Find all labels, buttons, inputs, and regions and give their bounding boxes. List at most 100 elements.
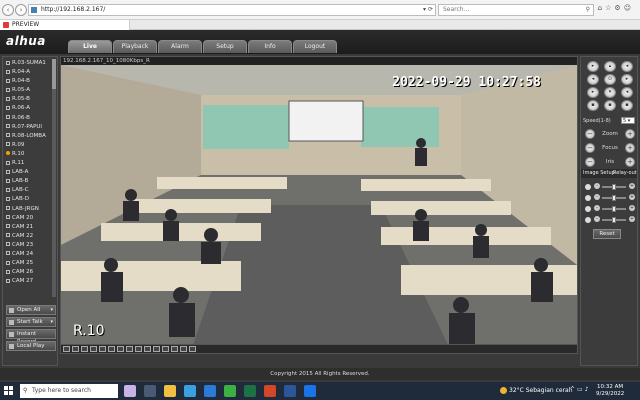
ptz-left-icon[interactable]: ◂ [587, 74, 599, 85]
plus-icon[interactable]: + [629, 216, 635, 222]
camera-list-item[interactable]: CAM 23 [5, 241, 53, 250]
focus-out-icon[interactable]: − [585, 143, 595, 153]
camera-list-item[interactable]: CAM 25 [5, 259, 53, 268]
camera-list-item[interactable]: CAM 21 [5, 223, 53, 232]
camera-list-item[interactable]: CAM 26 [5, 268, 53, 277]
weather-widget[interactable]: 32°C Sebagian cerah [500, 386, 573, 396]
iris-close-icon[interactable]: − [585, 157, 595, 167]
camera-list-scrollbar[interactable] [52, 59, 56, 297]
layout-4-icon[interactable] [72, 346, 79, 352]
fullscreen-icon[interactable] [81, 346, 88, 352]
layout-1-icon[interactable] [63, 346, 70, 352]
layout-8-icon[interactable] [108, 346, 115, 352]
record-icon[interactable] [135, 346, 142, 352]
slider-track[interactable] [602, 206, 626, 212]
open-all-button[interactable]: Open All ▾ [6, 305, 56, 315]
minus-icon[interactable]: - [594, 194, 600, 200]
focus-in-icon[interactable]: + [625, 143, 635, 153]
internet-explorer-icon[interactable] [304, 385, 316, 397]
camera-list-item[interactable]: R.09 [5, 141, 53, 150]
camera-list-item[interactable]: R.05-A [5, 86, 53, 95]
ptz-extra-2-icon[interactable]: ▪ [604, 100, 616, 111]
camera-list-item[interactable]: LAB-A [5, 168, 53, 177]
close-all-icon[interactable] [189, 346, 196, 352]
camera-list-item[interactable]: R.03-SUMA1 [5, 59, 53, 68]
back-icon[interactable]: ‹ [2, 4, 14, 16]
slider-knob[interactable] [612, 217, 616, 223]
camera-list-item[interactable]: CAM 27 [5, 277, 53, 286]
zoom-out-icon[interactable]: − [585, 129, 595, 139]
ptz-down-left-icon[interactable]: ▸ [587, 87, 599, 98]
camera-list-item[interactable]: R.06-A [5, 104, 53, 113]
slider-track[interactable] [602, 195, 626, 201]
scrollbar-thumb[interactable] [52, 59, 56, 89]
tab-image-setup[interactable]: Image Setup [583, 169, 615, 178]
contrast-slider[interactable]: - + [585, 194, 635, 202]
tab-alarm[interactable]: Alarm [158, 40, 202, 53]
edge-icon[interactable] [184, 385, 196, 397]
slider-knob[interactable] [612, 184, 616, 190]
layout-6-icon[interactable] [117, 346, 124, 352]
windows-start-icon[interactable] [4, 386, 14, 396]
tab-info[interactable]: Info [248, 40, 292, 53]
plus-icon[interactable]: + [629, 205, 635, 211]
camera-list-item[interactable]: CAM 20 [5, 214, 53, 223]
ptz-down-icon[interactable]: ▾ [604, 87, 616, 98]
local-play-button[interactable]: Local Play [6, 341, 56, 351]
snapshot-icon[interactable] [126, 346, 133, 352]
slider-track[interactable] [602, 217, 626, 223]
speed-select[interactable]: 5 ▾ [621, 117, 635, 124]
slider-track[interactable] [602, 184, 626, 190]
sequence-icon[interactable] [180, 346, 187, 352]
ptz-extra-3-icon[interactable]: ▪ [621, 100, 633, 111]
home-icon[interactable]: ⌂ [598, 4, 605, 12]
slider-knob[interactable] [612, 206, 616, 212]
instant-record-button[interactable]: Instant Record [6, 329, 56, 345]
excel-icon[interactable] [244, 385, 256, 397]
chrome-icon[interactable] [224, 385, 236, 397]
ptz-up-right-icon[interactable]: ◂ [621, 61, 633, 72]
camera-list-item[interactable]: R.04-A [5, 68, 53, 77]
tab-live[interactable]: Live [68, 40, 112, 53]
camera-list-item[interactable]: R.07-PAPUI [5, 123, 53, 132]
ptz-right-icon[interactable]: ▸ [621, 74, 633, 85]
forward-icon[interactable]: › [15, 4, 27, 16]
file-explorer-icon[interactable] [164, 385, 176, 397]
tab-playback[interactable]: Playback [113, 40, 157, 53]
chevron-up-icon[interactable]: ^ [570, 386, 577, 393]
audio-icon[interactable] [144, 346, 151, 352]
zoom-in-icon[interactable]: + [625, 129, 635, 139]
ptz-extra-1-icon[interactable]: ▪ [587, 100, 599, 111]
tab-logout[interactable]: Logout [293, 40, 337, 53]
hue-slider[interactable]: - + [585, 216, 635, 224]
plus-icon[interactable]: + [629, 183, 635, 189]
search-icon[interactable]: ⚲ [586, 5, 590, 15]
ratio-icon[interactable] [171, 346, 178, 352]
layout-9-icon[interactable] [90, 346, 97, 352]
minus-icon[interactable]: - [594, 183, 600, 189]
camera-feed[interactable]: 2022-09-29 10:27:58 R.10 [61, 65, 577, 351]
minus-icon[interactable]: - [594, 205, 600, 211]
camera-list-item[interactable]: R.10M [5, 150, 53, 159]
tab-setup[interactable]: Setup [203, 40, 247, 53]
camera-list-item[interactable]: R.06-B [5, 114, 53, 123]
camera-list-item[interactable]: LAB-D [5, 195, 53, 204]
layout-16-icon[interactable] [99, 346, 106, 352]
widget-icon[interactable] [124, 385, 136, 397]
saturation-slider[interactable]: - + [585, 205, 635, 213]
camera-list-item[interactable]: R.08-LOMBA [5, 132, 53, 141]
zoom-icon[interactable] [153, 346, 160, 352]
word-icon[interactable] [284, 385, 296, 397]
volume-icon[interactable]: ♪ [585, 386, 591, 393]
taskbar-clock[interactable]: 10:32 AM 9/29/2022 [596, 384, 624, 398]
powerpoint-icon[interactable] [264, 385, 276, 397]
camera-list-item[interactable]: R.11 [5, 159, 53, 168]
ptz-up-icon[interactable]: ▴ [604, 61, 616, 72]
chevron-down-icon[interactable]: ▾ [50, 306, 53, 314]
slider-knob[interactable] [612, 195, 616, 201]
task-view-icon[interactable] [144, 385, 156, 397]
chevron-down-icon[interactable]: ▾ [50, 318, 53, 326]
star-icon[interactable]: ☆ [605, 4, 614, 12]
tab-relay-out[interactable]: Relay-out [613, 169, 637, 178]
store-icon[interactable] [204, 385, 216, 397]
